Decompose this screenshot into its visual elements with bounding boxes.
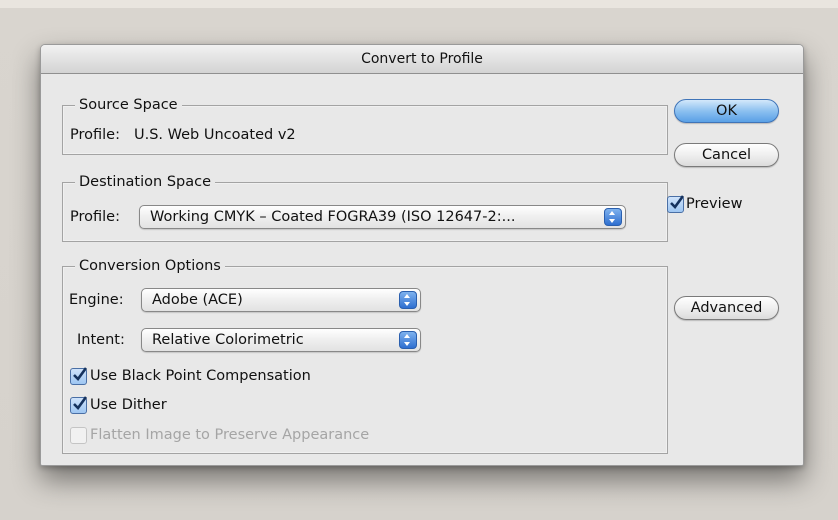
intent-value: Relative Colorimetric	[152, 332, 304, 348]
destination-profile-value: Working CMYK – Coated FOGRA39 (ISO 12647…	[150, 209, 516, 225]
popup-arrows-icon	[399, 291, 417, 309]
conversion-options-legend: Conversion Options	[75, 256, 225, 276]
source-space-group: Source Space Profile: U.S. Web Uncoated …	[62, 95, 668, 155]
black-point-checkbox[interactable]	[70, 367, 87, 385]
engine-label: Engine:	[69, 292, 124, 308]
destination-space-legend: Destination Space	[75, 172, 216, 192]
cancel-button[interactable]: Cancel	[674, 143, 779, 167]
intent-label: Intent:	[77, 332, 125, 348]
ok-button[interactable]: OK	[674, 99, 779, 123]
dialog-title: Convert to Profile	[41, 45, 803, 74]
source-profile-value: U.S. Web Uncoated v2	[134, 127, 296, 143]
preview-label[interactable]: Preview	[686, 194, 742, 214]
preview-checkbox[interactable]	[667, 195, 684, 213]
engine-value: Adobe (ACE)	[152, 292, 243, 308]
source-space-legend: Source Space	[75, 95, 182, 115]
intent-popup[interactable]: Relative Colorimetric	[141, 328, 421, 352]
popup-arrows-icon	[399, 331, 417, 349]
flatten-label: Flatten Image to Preserve Appearance	[90, 427, 370, 443]
destination-profile-popup[interactable]: Working CMYK – Coated FOGRA39 (ISO 12647…	[139, 205, 626, 229]
dither-label[interactable]: Use Dither	[90, 395, 167, 415]
engine-popup[interactable]: Adobe (ACE)	[141, 288, 421, 312]
dither-checkbox[interactable]	[70, 396, 87, 414]
conversion-options-group: Conversion Options Engine: Adobe (ACE) I…	[62, 256, 668, 454]
convert-to-profile-dialog: Convert to Profile Source Space Profile:…	[40, 44, 804, 466]
destination-space-group: Destination Space Profile: Working CMYK …	[62, 172, 668, 242]
advanced-button[interactable]: Advanced	[674, 296, 779, 320]
source-profile-label: Profile:	[70, 127, 120, 143]
flatten-checkbox[interactable]	[70, 427, 87, 444]
destination-profile-label: Profile:	[70, 209, 120, 225]
popup-arrows-icon	[604, 208, 622, 226]
black-point-label[interactable]: Use Black Point Compensation	[90, 366, 311, 386]
